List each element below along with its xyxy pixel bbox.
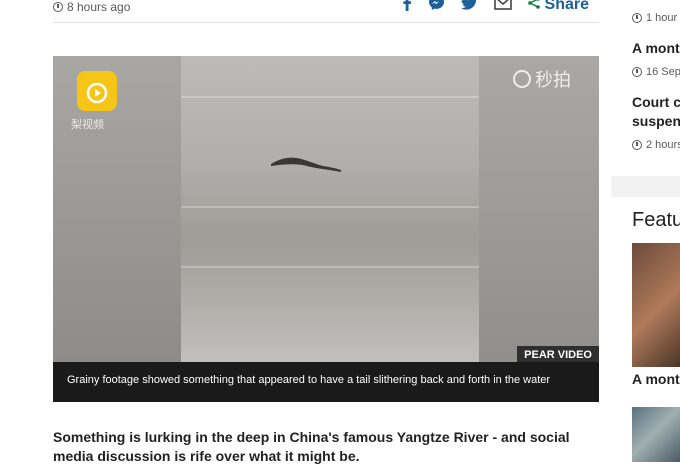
facebook-icon[interactable] — [402, 0, 412, 15]
time-text: 16 Sep — [646, 66, 680, 78]
messenger-icon[interactable] — [428, 0, 445, 15]
email-icon[interactable] — [494, 0, 512, 14]
lead-paragraph: Something is lurking in the deep in Chin… — [53, 428, 599, 466]
timestamp-text: 8 hours ago — [67, 0, 130, 14]
feature-thumbnail[interactable] — [632, 407, 680, 462]
wave-line — [181, 266, 479, 268]
river-water — [181, 56, 479, 362]
share-icon — [528, 0, 540, 9]
clock-icon — [53, 2, 63, 12]
clock-icon — [632, 67, 642, 77]
time-text: 1 hour — [646, 12, 677, 24]
feature-headline-link[interactable]: A month — [632, 370, 680, 389]
sidebar-item-time: 16 Sep — [632, 66, 680, 78]
pear-video-logo — [77, 71, 117, 111]
sidebar-item-time: 2 hours — [632, 139, 680, 151]
share-tools: Share — [402, 0, 589, 15]
watermark-left: 梨视频 — [71, 116, 104, 132]
sidebar-headline-link[interactable]: A month — [632, 39, 680, 58]
article-meta: 8 hours ago Share — [53, 0, 599, 24]
share-button[interactable]: Share — [528, 0, 589, 13]
time-text: 2 hours — [646, 139, 680, 151]
video-blur-left — [53, 56, 181, 362]
sidebar-headline-link[interactable]: Court c suspen — [632, 93, 680, 131]
wave-line — [181, 206, 479, 208]
clock-icon — [632, 13, 642, 23]
features-title: Featu — [632, 209, 680, 232]
headline-line: Court c — [632, 93, 680, 112]
sidebar-item-time: 1 hour — [632, 12, 677, 24]
video-frame[interactable]: 梨视频 秒拍 — [53, 56, 599, 362]
camera-icon — [513, 70, 531, 88]
watermark-right: 秒拍 — [513, 66, 571, 92]
watermark-right-text: 秒拍 — [535, 66, 571, 92]
headline-line: suspen — [632, 112, 680, 131]
clock-icon — [632, 140, 642, 150]
meta-divider — [53, 22, 599, 23]
sidebar: 1 hour A month 16 Sep Court c suspen 2 h… — [611, 0, 680, 462]
video-player[interactable]: 梨视频 秒拍 PEAR VIDEO Grainy footage showed … — [53, 56, 599, 402]
media-caption: Grainy footage showed something that app… — [53, 362, 599, 402]
creature-silhouette — [271, 154, 341, 172]
twitter-icon[interactable] — [461, 0, 478, 14]
sidebar-panel-top: 1 hour A month 16 Sep Court c suspen 2 h… — [611, 0, 680, 176]
video-blur-right — [479, 56, 599, 362]
share-label: Share — [545, 0, 589, 13]
wave-line — [181, 96, 479, 98]
article-timestamp: 8 hours ago — [53, 0, 130, 14]
feature-thumbnail[interactable] — [632, 243, 680, 367]
features-panel: Featu A month — [611, 197, 680, 462]
